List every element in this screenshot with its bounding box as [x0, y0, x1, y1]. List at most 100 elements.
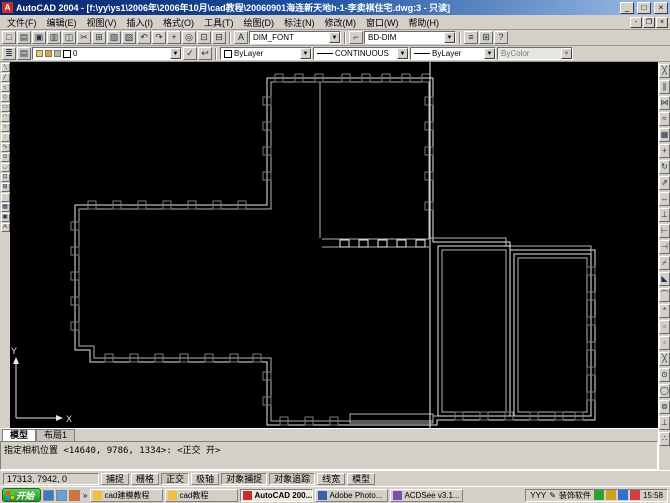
- layer-previous-icon[interactable]: ↩: [198, 47, 212, 60]
- chamfer-icon[interactable]: ◣: [659, 272, 670, 286]
- redo-icon[interactable]: ↷: [152, 31, 166, 44]
- menu-draw[interactable]: 绘图(D): [239, 15, 280, 30]
- break-at-point-icon[interactable]: ⊣: [659, 240, 670, 254]
- menu-dimension[interactable]: 标注(N): [279, 15, 320, 30]
- doc-restore-button[interactable]: ❐: [643, 17, 655, 28]
- make-block-icon[interactable]: ⊞: [1, 183, 10, 192]
- snap-endpoint-icon[interactable]: ▫: [659, 320, 670, 334]
- status-toggle-ortho[interactable]: 正交: [161, 473, 189, 485]
- stretch-icon[interactable]: ↔: [659, 192, 670, 206]
- status-toggle-otrack[interactable]: 对象追踪: [269, 473, 315, 485]
- ellipse-icon[interactable]: ⊙: [1, 153, 10, 162]
- dim-style-icon[interactable]: ⌐: [349, 31, 363, 44]
- dim-style-dropdown[interactable]: BD-DIM ▼: [364, 31, 456, 44]
- layer-states-icon[interactable]: ▤: [17, 47, 31, 60]
- menu-format[interactable]: 格式(O): [158, 15, 199, 30]
- zoom-window-icon[interactable]: ⊡: [197, 31, 211, 44]
- hatch-icon[interactable]: ▦: [1, 203, 10, 212]
- insert-block-icon[interactable]: ⊡: [1, 173, 10, 182]
- menu-window[interactable]: 窗口(W): [361, 15, 404, 30]
- snap-midpoint-icon[interactable]: ◦: [659, 336, 670, 350]
- snap-nearest-icon[interactable]: ∴: [659, 432, 670, 446]
- point-icon[interactable]: ∙: [1, 193, 10, 202]
- menu-file[interactable]: 文件(F): [2, 15, 42, 30]
- chevron-down-icon[interactable]: ▼: [484, 48, 495, 59]
- task-cad-tutorial[interactable]: cad教程: [165, 489, 238, 502]
- properties-icon[interactable]: ≡: [464, 31, 478, 44]
- plot-preview-icon[interactable]: ◫: [62, 31, 76, 44]
- save-icon[interactable]: ▣: [32, 31, 46, 44]
- tray-app-1-icon[interactable]: [594, 490, 604, 500]
- snap-intersection-icon[interactable]: ╳: [659, 352, 670, 366]
- lineweight-dropdown[interactable]: ByLayer ▼: [410, 47, 496, 60]
- tray-app-3-icon[interactable]: [618, 490, 628, 500]
- tray-app-4-icon[interactable]: [630, 490, 640, 500]
- scale-icon[interactable]: ⇗: [659, 176, 670, 190]
- move-icon[interactable]: +: [659, 144, 670, 158]
- chevron-down-icon[interactable]: ▼: [329, 32, 340, 43]
- chevron-down-icon[interactable]: ▼: [170, 48, 181, 59]
- pan-realtime-icon[interactable]: +: [167, 31, 181, 44]
- circle-icon[interactable]: ○: [1, 123, 10, 132]
- chevron-down-icon[interactable]: ▼: [397, 48, 408, 59]
- new-icon[interactable]: □: [2, 31, 16, 44]
- line-icon[interactable]: ╲: [1, 63, 10, 72]
- floor-plan-drawing[interactable]: XY: [10, 62, 658, 428]
- media-player-icon[interactable]: [69, 490, 80, 501]
- language-indicator[interactable]: YYY: [530, 491, 546, 500]
- status-toggle-lwt[interactable]: 线宽: [317, 473, 345, 485]
- tray-app-label[interactable]: 装饰软件: [559, 490, 591, 501]
- task-acdsee[interactable]: ACDSee v3.1...: [390, 489, 463, 502]
- erase-icon[interactable]: ╳: [659, 64, 670, 78]
- explode-icon[interactable]: *: [659, 304, 670, 318]
- layer-dropdown[interactable]: 0 ▼: [32, 47, 182, 60]
- task-cad-modeling-tutorial[interactable]: cad建模教程: [90, 489, 163, 502]
- undo-icon[interactable]: ↶: [137, 31, 151, 44]
- mirror-icon[interactable]: ⋈: [659, 96, 670, 110]
- linetype-dropdown[interactable]: CONTINUOUS ▼: [313, 47, 409, 60]
- offset-icon[interactable]: ≈: [659, 112, 670, 126]
- doc-close-button[interactable]: ×: [656, 17, 668, 28]
- snap-quadrant-icon[interactable]: ◯: [659, 384, 670, 398]
- fillet-icon[interactable]: ⌒: [659, 288, 670, 302]
- cut-icon[interactable]: ✂: [77, 31, 91, 44]
- layer-manager-icon[interactable]: ≣: [2, 47, 16, 60]
- make-layer-current-icon[interactable]: ✓: [183, 47, 197, 60]
- menu-view[interactable]: 视图(V): [82, 15, 122, 30]
- status-toggle-snap[interactable]: 捕捉: [101, 473, 129, 485]
- task-photoshop[interactable]: Adobe Photo...: [315, 489, 388, 502]
- menu-insert[interactable]: 插入(I): [122, 15, 159, 30]
- multiline-text-icon[interactable]: A: [1, 223, 10, 232]
- revision-cloud-icon[interactable]: ◌: [1, 133, 10, 142]
- zoom-previous-icon[interactable]: ⊟: [212, 31, 226, 44]
- copy-clip-icon[interactable]: ⊞: [92, 31, 106, 44]
- arc-icon[interactable]: ◠: [1, 113, 10, 122]
- snap-tangent-icon[interactable]: ⊚: [659, 400, 670, 414]
- match-properties-icon[interactable]: ▧: [122, 31, 136, 44]
- quick-launch-overflow-icon[interactable]: »: [82, 491, 88, 500]
- start-button[interactable]: 开始: [2, 488, 41, 502]
- polyline-icon[interactable]: ┐: [1, 83, 10, 92]
- menu-edit[interactable]: 编辑(E): [42, 15, 82, 30]
- open-icon[interactable]: ▤: [17, 31, 31, 44]
- array-icon[interactable]: ▦: [659, 128, 670, 142]
- rotate-icon[interactable]: ↻: [659, 160, 670, 174]
- paste-icon[interactable]: ▨: [107, 31, 121, 44]
- doc-minimize-button[interactable]: -: [630, 17, 642, 28]
- chevron-down-icon[interactable]: ▼: [300, 48, 311, 59]
- tab-model[interactable]: 模型: [2, 429, 36, 441]
- plot-icon[interactable]: ▥: [47, 31, 61, 44]
- copy-object-icon[interactable]: ∥: [659, 80, 670, 94]
- maximize-button[interactable]: □: [637, 2, 651, 14]
- polygon-icon[interactable]: ◇: [1, 93, 10, 102]
- trim-icon[interactable]: ⊥: [659, 208, 670, 222]
- status-toggle-polar[interactable]: 极轴: [191, 473, 219, 485]
- break-icon[interactable]: ⌿: [659, 256, 670, 270]
- text-style-dropdown[interactable]: DIM_FONT ▼: [249, 31, 341, 44]
- snap-perpendicular-icon[interactable]: ⊥: [659, 416, 670, 430]
- status-toggle-osnap[interactable]: 对象捕捉: [221, 473, 267, 485]
- model-space-viewport[interactable]: XY: [10, 62, 658, 428]
- pen-icon[interactable]: ✎: [549, 491, 556, 500]
- chevron-down-icon[interactable]: ▼: [444, 32, 455, 43]
- show-desktop-icon[interactable]: [56, 490, 67, 501]
